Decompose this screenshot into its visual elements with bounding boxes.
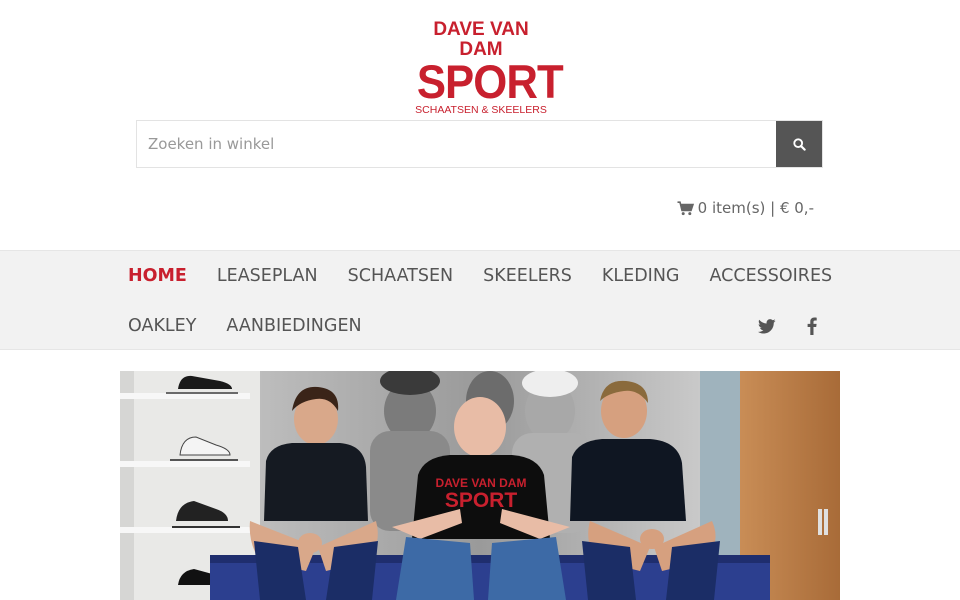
nav-row-1: HOME LEASEPLAN SCHAATSEN SKEELERS KLEDIN… xyxy=(128,265,862,287)
nav-item-oakley[interactable]: OAKLEY xyxy=(128,315,196,337)
facebook-link[interactable] xyxy=(800,315,824,337)
shirt-line-1: DAVE VAN DAM xyxy=(436,476,527,490)
nav-item-accessoires[interactable]: ACCESSOIRES xyxy=(710,265,833,287)
nav-row-2: OAKLEY AANBIEDINGEN xyxy=(128,315,392,337)
logo-line-1: DAVE VAN DAM xyxy=(433,19,529,60)
site-header: DAVE VAN DAM SPORT SCHAATSEN & SKEELERS … xyxy=(0,0,960,250)
nav-item-home[interactable]: HOME xyxy=(128,265,187,287)
search-button[interactable] xyxy=(776,121,822,167)
facebook-icon xyxy=(807,317,817,335)
twitter-link[interactable] xyxy=(755,315,779,337)
cart-text: 0 item(s) | € 0,- xyxy=(697,199,814,217)
hero-banner[interactable]: DAVE VAN DAM SPORT xyxy=(120,371,840,600)
nav-item-leaseplan[interactable]: LEASEPLAN xyxy=(217,265,318,287)
main-navigation: HOME LEASEPLAN SCHAATSEN SKEELERS KLEDIN… xyxy=(0,250,960,350)
nav-item-kleding[interactable]: KLEDING xyxy=(602,265,680,287)
search-input[interactable] xyxy=(137,121,777,167)
search-bar xyxy=(136,120,823,168)
nav-item-schaatsen[interactable]: SCHAATSEN xyxy=(348,265,454,287)
nav-item-aanbiedingen[interactable]: AANBIEDINGEN xyxy=(226,315,361,337)
hero-photo: DAVE VAN DAM SPORT xyxy=(120,371,840,600)
logo-line-2: SPORT xyxy=(416,55,564,108)
search-icon xyxy=(792,137,806,151)
twitter-icon xyxy=(758,318,776,333)
cart-summary[interactable]: 0 item(s) | € 0,- xyxy=(677,199,814,217)
nav-item-skeelers[interactable]: SKEELERS xyxy=(483,265,572,287)
cart-icon xyxy=(677,200,694,215)
shirt-line-2: SPORT xyxy=(445,489,518,512)
brand-logo[interactable]: DAVE VAN DAM SPORT SCHAATSEN & SKEELERS xyxy=(412,19,564,117)
